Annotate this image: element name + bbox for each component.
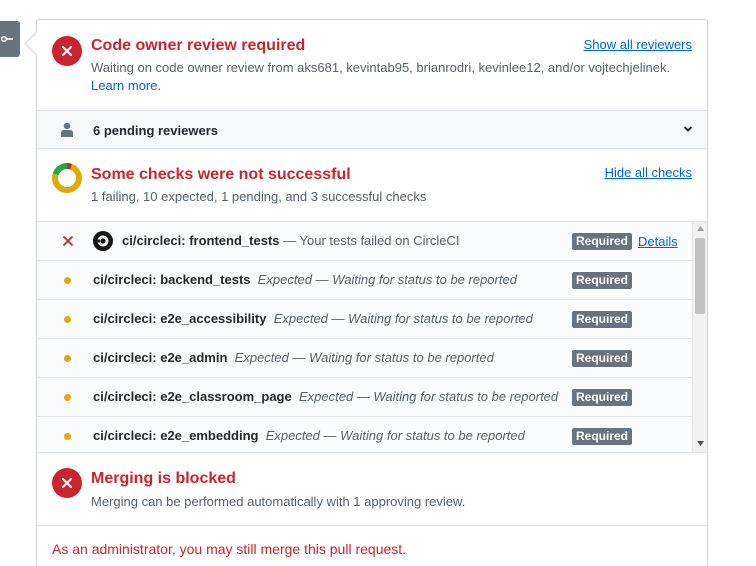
code-owner-description: Waiting on code owner review from aks681… xyxy=(91,59,691,95)
scroll-up-arrow-icon[interactable] xyxy=(697,226,704,231)
check-name: ci/circleci: backend_tests xyxy=(93,272,251,287)
admin-merge-note: As an administrator, you may still merge… xyxy=(52,541,407,557)
merging-title: Merging is blocked xyxy=(91,470,236,487)
pending-dot-icon xyxy=(64,277,71,284)
required-badge: Required xyxy=(572,233,633,250)
check-detail: Expected — Waiting for status to be repo… xyxy=(265,428,525,443)
x-circle-icon xyxy=(52,468,82,498)
check-name-line: ci/circleci: e2e_accessibility Expected … xyxy=(93,311,533,326)
x-icon xyxy=(62,235,74,247)
checks-summary: 1 failing, 10 expected, 1 pending, and 3… xyxy=(91,189,427,204)
code-owner-description-text: Waiting on code owner review from aks681… xyxy=(91,60,671,75)
merge-status-tab xyxy=(0,21,20,57)
scroll-down-arrow-icon[interactable] xyxy=(697,441,704,446)
check-name-line: ci/circleci: e2e_embedding Expected — Wa… xyxy=(93,428,525,443)
check-name: ci/circleci: e2e_classroom_page xyxy=(93,389,292,404)
check-name: ci/circleci: e2e_admin xyxy=(93,350,228,365)
check-detail: Expected — Waiting for status to be repo… xyxy=(257,272,517,287)
check-name-line: ci/circleci: backend_tests Expected — Wa… xyxy=(93,272,517,287)
merging-description: Merging can be performed automatically w… xyxy=(91,494,466,509)
required-badge: Required xyxy=(572,311,633,328)
checks-title: Some checks were not successful xyxy=(91,166,351,183)
show-all-reviewers-link[interactable]: Show all reviewers xyxy=(584,37,692,52)
required-badge: Required xyxy=(572,272,633,289)
code-owner-section: Code owner review required Show all revi… xyxy=(37,20,707,110)
check-name-line: ci/circleci: frontend_tests — Your tests… xyxy=(122,233,459,248)
required-badge: Required xyxy=(572,350,633,367)
pending-reviewers-label: 6 pending reviewers xyxy=(93,123,218,138)
scroll-thumb[interactable] xyxy=(695,238,705,314)
check-row: ci/circleci: e2e_classroom_page Expected… xyxy=(37,378,692,417)
check-row: ci/circleci: backend_tests Expected — Wa… xyxy=(37,261,692,300)
checks-donut-icon xyxy=(52,163,82,193)
pending-dot-icon xyxy=(64,355,71,362)
pending-dot-icon xyxy=(64,433,71,440)
check-name: ci/circleci: e2e_accessibility xyxy=(93,311,267,326)
x-circle-icon xyxy=(52,36,82,66)
code-owner-title: Code owner review required xyxy=(91,37,306,54)
merging-section: Merging is blocked Merging can be perfor… xyxy=(37,452,707,525)
pending-dot-icon xyxy=(64,316,71,323)
details-link[interactable]: Details xyxy=(638,234,678,249)
check-name-line: ci/circleci: e2e_admin Expected — Waitin… xyxy=(93,350,494,365)
check-name-line: ci/circleci: e2e_classroom_page Expected… xyxy=(93,389,558,404)
check-row: ci/circleci: e2e_accessibility Expected … xyxy=(37,300,692,339)
check-detail: Expected — Waiting for status to be repo… xyxy=(273,311,533,326)
check-name: ci/circleci: e2e_embedding xyxy=(93,428,259,443)
check-row: ci/circleci: frontend_tests — Your tests… xyxy=(37,222,692,261)
check-row: ci/circleci: e2e_embedding Expected — Wa… xyxy=(37,417,692,452)
check-detail: Expected — Waiting for status to be repo… xyxy=(298,389,559,404)
checks-list[interactable]: ci/circleci: frontend_tests — Your tests… xyxy=(37,221,707,452)
git-merge-icon xyxy=(1,35,13,43)
merge-box: Code owner review required Show all revi… xyxy=(36,19,708,566)
checks-scrollbar[interactable] xyxy=(692,222,707,452)
circleci-logo-icon xyxy=(93,231,113,251)
hide-all-checks-link[interactable]: Hide all checks xyxy=(605,165,692,180)
required-badge: Required xyxy=(572,389,633,406)
learn-more-link[interactable]: Learn more. xyxy=(91,78,161,93)
chevron-down-icon[interactable] xyxy=(683,124,693,134)
check-detail: — Your tests failed on CircleCI xyxy=(283,233,460,248)
check-detail: Expected — Waiting for status to be repo… xyxy=(234,350,494,365)
pending-reviewers-toggle[interactable]: 6 pending reviewers xyxy=(37,110,707,149)
person-icon xyxy=(61,122,73,137)
check-row: ci/circleci: e2e_admin Expected — Waitin… xyxy=(37,339,692,378)
pending-dot-icon xyxy=(64,394,71,401)
check-name: ci/circleci: frontend_tests xyxy=(122,233,280,248)
required-badge: Required xyxy=(572,428,633,445)
